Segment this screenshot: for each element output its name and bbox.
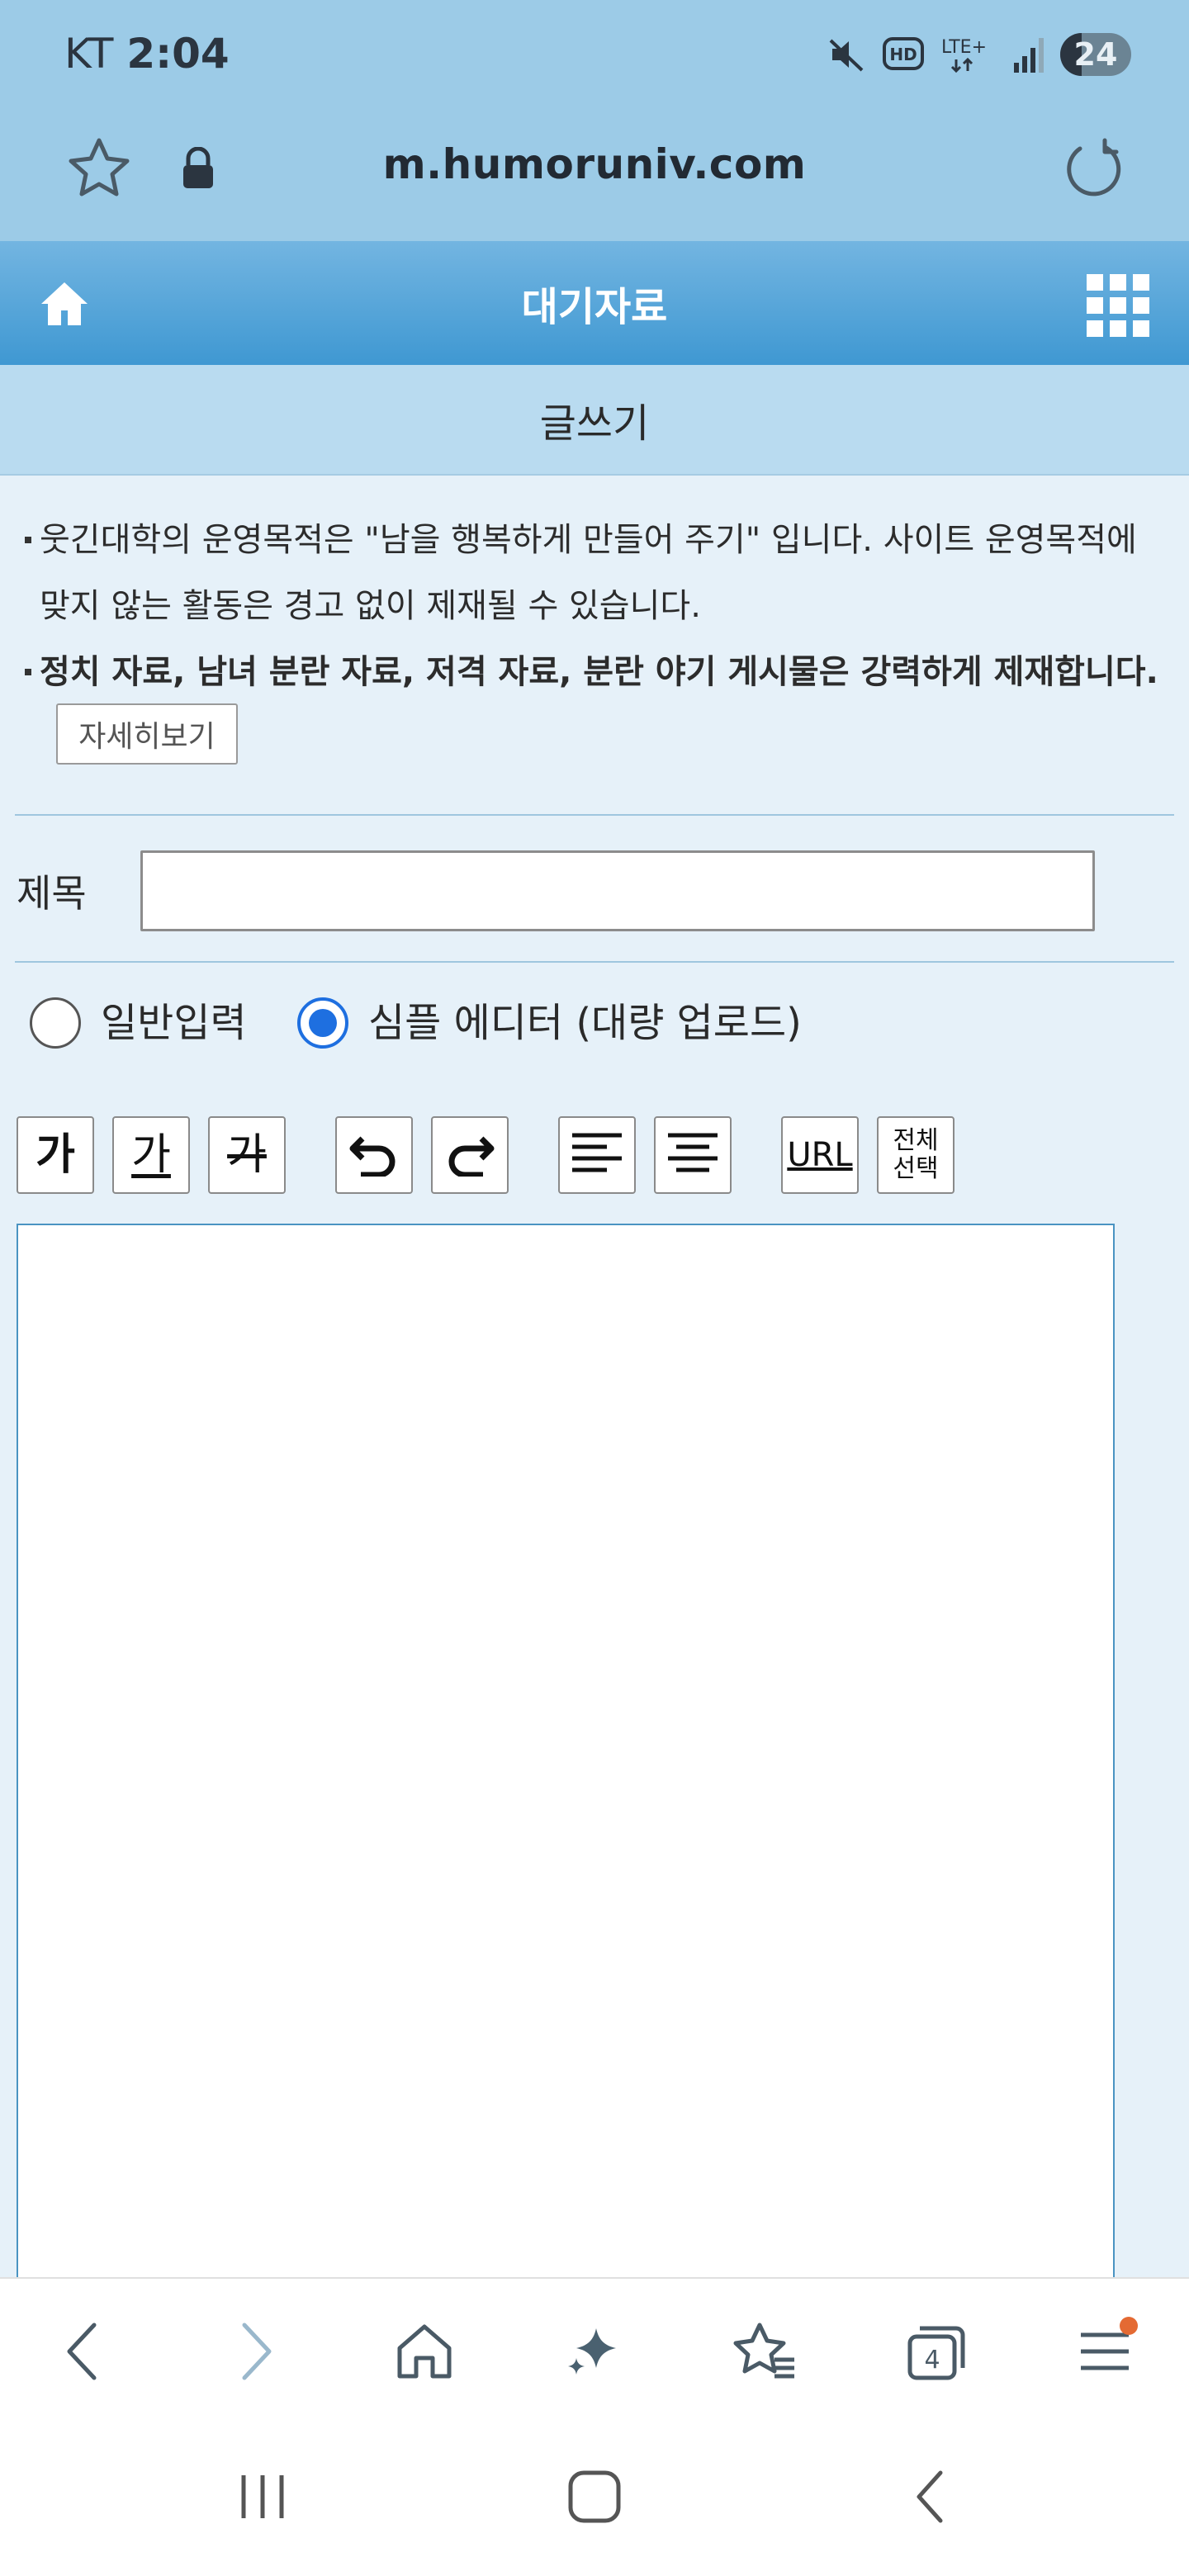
lte-plus-icon: LTE+ [940, 33, 997, 76]
browser-top-area: KT 2:04 HD LTE+ 24 m.humoruniv.com [0, 0, 1189, 241]
browser-bottom-nav: 4 [0, 2277, 1189, 2421]
underline-label: 가 [131, 1130, 171, 1180]
select-all-label-1: 전체 [893, 1126, 939, 1155]
notice-operation-purpose: 웃긴대학의 운영목적은 "남을 행복하게 만들어 주기" 입니다. 사이트 운영… [20, 507, 1176, 639]
clock: 2:04 [126, 30, 230, 78]
system-nav-bar [0, 2421, 1189, 2576]
undo-button[interactable] [335, 1116, 413, 1194]
status-icons: HD LTE+ 24 [826, 25, 1131, 84]
underline-button[interactable]: 가 [112, 1116, 190, 1194]
divider [15, 814, 1174, 816]
strikethrough-button[interactable]: 가 [208, 1116, 286, 1194]
align-left-button[interactable] [558, 1116, 636, 1194]
system-home-icon[interactable] [561, 2464, 628, 2530]
url-button[interactable]: URL [781, 1116, 859, 1194]
hd-label: HD [889, 45, 917, 64]
system-back-icon[interactable] [897, 2464, 963, 2530]
signal-icon [1012, 35, 1045, 74]
grid-menu-icon[interactable] [1085, 272, 1151, 339]
radio-simple-editor[interactable] [297, 997, 348, 1049]
board-title[interactable]: 대기자료 [522, 274, 668, 332]
menu-icon[interactable] [1065, 2312, 1144, 2391]
battery-icon: 24 [1060, 33, 1131, 76]
notification-badge [1120, 2317, 1138, 2335]
undo-icon [348, 1130, 400, 1180]
home-icon[interactable] [385, 2312, 464, 2391]
align-center-icon [666, 1129, 719, 1181]
bold-button[interactable]: 가 [17, 1116, 94, 1194]
radio-normal-input[interactable] [30, 997, 81, 1049]
reload-icon[interactable] [1062, 137, 1125, 200]
sparkle-icon[interactable] [555, 2312, 634, 2391]
radio-normal-input-label[interactable]: 일반입력 [101, 997, 247, 1049]
network-label: LTE+ [941, 37, 987, 58]
redo-icon [443, 1130, 496, 1180]
page: KT 2:04 HD LTE+ 24 m.humoruniv.com 대기자료 … [0, 0, 1189, 2576]
divider [15, 961, 1174, 963]
select-all-label-2: 선택 [893, 1154, 939, 1183]
site-header: 대기자료 [0, 241, 1189, 365]
tabs-count: 4 [924, 2346, 940, 2375]
redo-button[interactable] [431, 1116, 509, 1194]
title-label: 제목 [17, 871, 87, 916]
home-icon[interactable] [33, 272, 96, 335]
notice-text: 정치 자료, 남녀 분란 자료, 저격 자료, 분란 야기 게시물은 강력하게 … [40, 653, 1158, 691]
recent-apps-icon[interactable] [230, 2464, 296, 2530]
align-left-icon [571, 1129, 623, 1181]
bullet-icon [25, 669, 31, 675]
address-url[interactable]: m.humoruniv.com [0, 140, 1189, 188]
align-center-button[interactable] [654, 1116, 732, 1194]
notice-text: 웃긴대학의 운영목적은 "남을 행복하게 만들어 주기" 입니다. 사이트 운영… [40, 521, 1137, 625]
forward-icon[interactable] [216, 2312, 296, 2391]
back-icon[interactable] [43, 2312, 122, 2391]
page-title: 글쓰기 [0, 365, 1189, 476]
hd-voice-icon: HD [882, 36, 925, 73]
status-carrier-time: KT 2:04 [64, 30, 230, 78]
select-all-button[interactable]: 전체 선택 [877, 1116, 955, 1194]
battery-level: 24 [1073, 36, 1118, 73]
editor-content-area[interactable] [17, 1224, 1115, 2297]
url-label: URL [787, 1136, 853, 1174]
bookmarks-icon[interactable] [725, 2312, 804, 2391]
strikethrough-label: 가 [227, 1130, 267, 1180]
bullet-icon [25, 537, 31, 543]
detail-button[interactable]: 자세히보기 [56, 703, 238, 765]
title-input[interactable] [140, 850, 1095, 931]
radio-simple-editor-label[interactable]: 심플 에디터 (대량 업로드) [368, 997, 802, 1049]
mute-icon [826, 34, 867, 75]
bold-label: 가 [36, 1130, 75, 1180]
notice-sanction: 정치 자료, 남녀 분란 자료, 저격 자료, 분란 야기 게시물은 강력하게 … [20, 639, 1176, 705]
carrier-label: KT [64, 30, 114, 78]
tabs-icon[interactable]: 4 [897, 2312, 976, 2391]
